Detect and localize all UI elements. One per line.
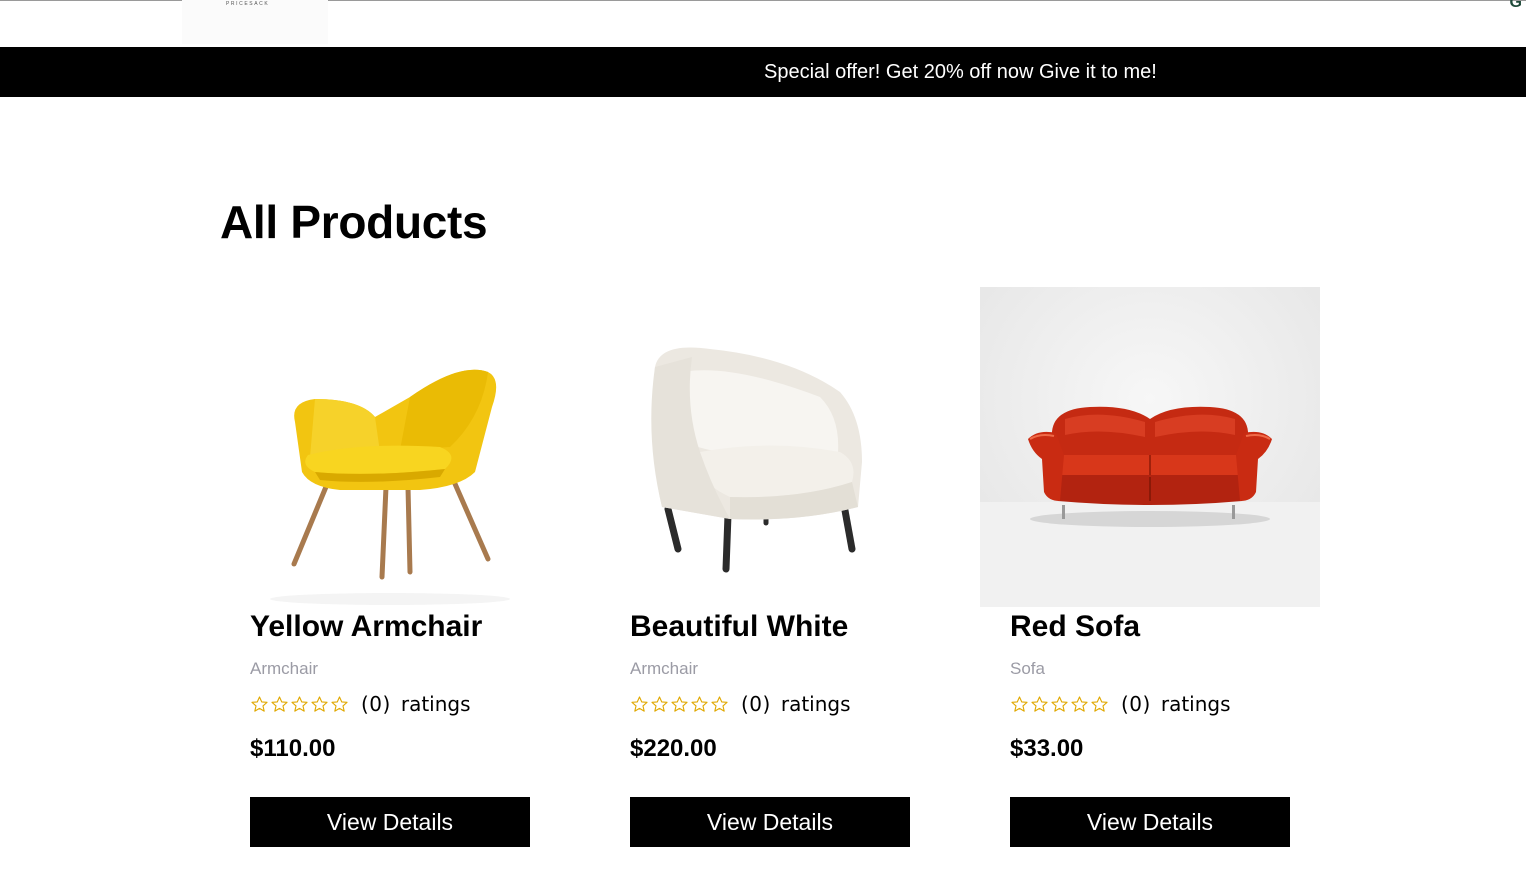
star-empty-icon <box>1091 695 1108 712</box>
star-empty-icon <box>251 695 268 712</box>
product-card: Beautiful White Armchair (0) ratings $22… <box>600 287 940 867</box>
view-details-button[interactable]: View Details <box>630 797 910 847</box>
promo-banner-text[interactable]: Special offer! Get 20% off now Give it t… <box>764 61 1157 84</box>
view-details-button[interactable]: View Details <box>250 797 530 847</box>
star-empty-icon <box>691 695 708 712</box>
logo-text: PRICESACK <box>226 1 270 7</box>
rating-label: ratings <box>400 692 471 716</box>
product-category: Armchair <box>630 659 699 678</box>
star-empty-icon <box>1051 695 1068 712</box>
product-price: $220.00 <box>630 735 717 762</box>
product-image[interactable] <box>600 287 940 607</box>
product-category: Armchair <box>250 659 319 678</box>
star-empty-icon <box>291 695 308 712</box>
white-armchair-image <box>600 287 940 607</box>
star-empty-icon <box>711 695 728 712</box>
yellow-armchair-image <box>220 287 560 607</box>
rating-stars <box>630 695 729 714</box>
rating-count: (0) <box>361 692 391 716</box>
product-name[interactable]: Red Sofa <box>1010 610 1140 644</box>
star-empty-icon <box>1031 695 1048 712</box>
site-logo[interactable]: PRICESACK <box>182 0 328 44</box>
rating-label: ratings <box>1160 692 1231 716</box>
page-title: All Products <box>220 196 488 248</box>
product-rating: (0) ratings <box>250 692 471 716</box>
page: PRICESACK G Special offer! Get 20% off n… <box>0 0 1526 896</box>
product-name[interactable]: Beautiful White <box>630 610 848 644</box>
rating-stars <box>1010 695 1109 714</box>
product-card: Yellow Armchair Armchair (0) ratings $11… <box>220 287 560 867</box>
star-empty-icon <box>271 695 288 712</box>
rating-count: (0) <box>741 692 771 716</box>
view-details-button[interactable]: View Details <box>1010 797 1290 847</box>
product-category: Sofa <box>1010 659 1045 678</box>
promo-banner: Special offer! Get 20% off now Give it t… <box>0 47 1526 97</box>
star-empty-icon <box>311 695 328 712</box>
star-empty-icon <box>1071 695 1088 712</box>
product-name[interactable]: Yellow Armchair <box>250 610 482 644</box>
rating-stars <box>250 695 349 714</box>
product-rating: (0) ratings <box>630 692 851 716</box>
product-price: $33.00 <box>1010 735 1084 762</box>
star-empty-icon <box>1011 695 1028 712</box>
red-sofa-image <box>980 287 1320 607</box>
star-empty-icon <box>331 695 348 712</box>
product-image[interactable] <box>220 287 560 607</box>
header-corner-glyph[interactable]: G <box>1510 0 1522 12</box>
rating-label: ratings <box>780 692 851 716</box>
product-rating: (0) ratings <box>1010 692 1231 716</box>
star-empty-icon <box>671 695 688 712</box>
star-empty-icon <box>651 695 668 712</box>
product-card: Red Sofa Sofa (0) ratings $33.00 View De… <box>980 287 1320 867</box>
product-image[interactable] <box>980 287 1320 607</box>
rating-count: (0) <box>1121 692 1151 716</box>
star-empty-icon <box>631 695 648 712</box>
product-price: $110.00 <box>250 735 336 762</box>
